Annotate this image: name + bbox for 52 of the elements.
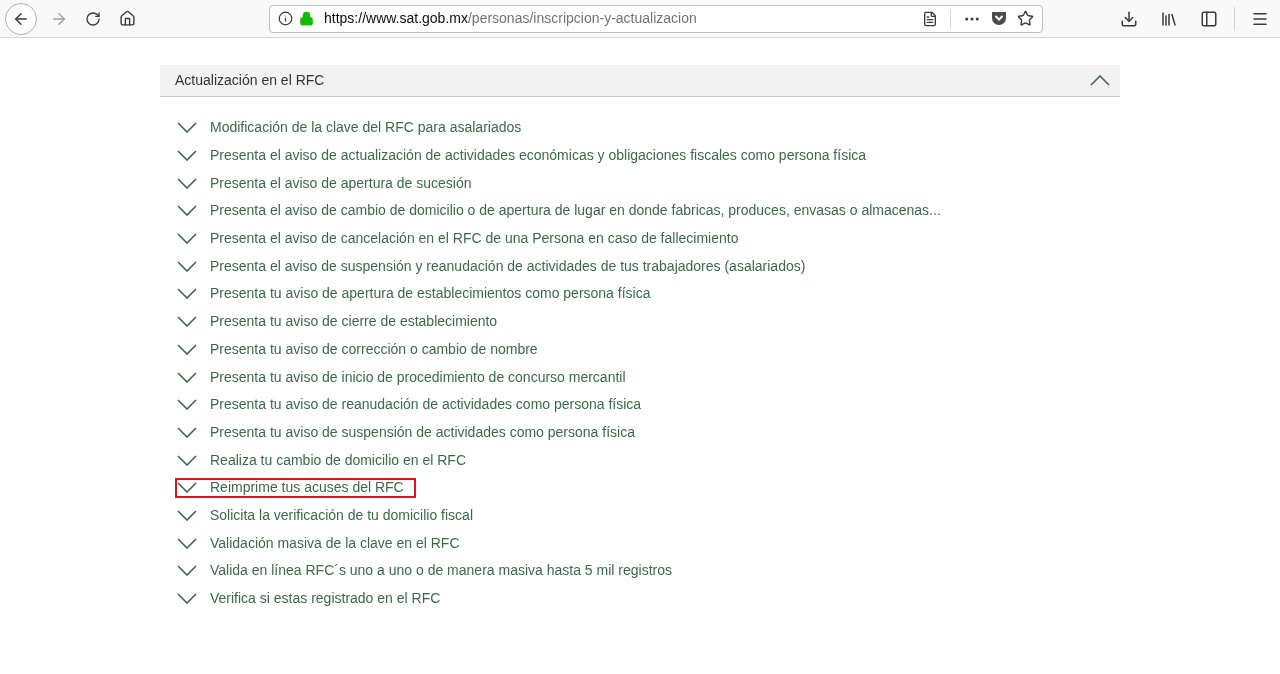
service-link[interactable]: Modificación de la clave del RFC para asalariados (210, 117, 522, 139)
chevron-down-icon (177, 509, 197, 521)
service-link[interactable]: Valida en línea RFC´s uno a uno o de manera masiva hasta 5 mil registros (210, 560, 672, 582)
service-link[interactable]: Presenta tu aviso de cierre de establecimiento (210, 311, 498, 333)
chevron-down-icon (177, 593, 197, 605)
sidebar-icon[interactable] (1200, 9, 1218, 28)
info-icon (278, 11, 293, 26)
back-button[interactable] (5, 2, 37, 35)
chevron-down-icon (177, 122, 197, 134)
chevron-down-icon (177, 482, 197, 494)
chevron-down-icon (177, 150, 197, 162)
service-link[interactable]: Reimprime tus acuses del RFC (210, 477, 404, 499)
service-link[interactable]: Presenta el aviso de cancelación en el RFC de una Persona en caso de fallecimiento (210, 228, 739, 250)
chevron-down-icon (177, 288, 197, 300)
url-field[interactable]: https://www.sat.gob.mx/personas/inscripcion-y-actualizacion (269, 4, 1043, 33)
lock-icon (299, 11, 314, 26)
chevron-up-icon (1090, 75, 1110, 86)
accordion-header[interactable]: Actualización en el RFC (160, 65, 1120, 97)
chevron-down-icon (177, 260, 197, 272)
chevron-down-icon (177, 343, 197, 355)
download-icon[interactable] (1120, 9, 1138, 28)
chevron-down-icon (177, 426, 197, 438)
service-link[interactable]: Validación masiva de la clave en el RFC (210, 532, 460, 554)
service-link[interactable]: Presenta tu aviso de reanudación de actividades como persona física (210, 394, 642, 416)
service-link[interactable]: Presenta el aviso de cambio de domicilio o de apertura de lugar en donde fabricas, produces, envasas o almacenas... (210, 200, 941, 222)
chevron-down-icon (177, 399, 197, 411)
service-link[interactable]: Verifica si estas registrado en el RFC (210, 588, 441, 610)
service-link[interactable]: Presenta el aviso de suspensión y reanudación de actividades de tus trabajadores (asalariados) (210, 255, 806, 277)
accordion-title: Actualización en el RFC (175, 71, 325, 90)
reload-icon (85, 10, 101, 27)
service-link[interactable]: Presenta tu aviso de apertura de establecimientos como persona física (210, 283, 651, 305)
bookmark-star-icon[interactable] (1017, 10, 1034, 27)
service-link[interactable]: Presenta el aviso de apertura de sucesión (210, 172, 472, 194)
service-link[interactable]: Presenta el aviso de actualización de actividades económicas y obligaciones fiscales como persona física (210, 145, 867, 167)
home-icon (118, 10, 136, 27)
chevron-down-icon (177, 565, 197, 577)
service-link[interactable]: Solicita la verificación de tu domicilio fiscal (210, 504, 473, 526)
reader-view-icon[interactable] (922, 10, 938, 27)
chevron-down-icon (177, 233, 197, 245)
chevron-down-icon (177, 371, 197, 383)
library-icon[interactable] (1160, 9, 1178, 28)
chevron-down-icon (177, 454, 197, 466)
url-text: https://www.sat.gob.mx/personas/inscripcion-y-actualizacion (324, 9, 697, 28)
service-link[interactable]: Presenta tu aviso de inicio de procedimiento de concurso mercantil (210, 366, 626, 388)
chevron-down-icon (177, 177, 197, 189)
service-link[interactable]: Presenta tu aviso de suspensión de actividades como persona física (210, 421, 635, 443)
pocket-icon[interactable] (991, 11, 1007, 26)
chevron-down-icon (177, 316, 197, 328)
service-link[interactable]: Realiza tu cambio de domicilio en el RFC (210, 449, 466, 471)
service-link[interactable]: Presenta tu aviso de corrección o cambio de nombre (210, 338, 538, 360)
chevron-down-icon (177, 537, 197, 549)
chevron-down-icon (177, 205, 197, 217)
